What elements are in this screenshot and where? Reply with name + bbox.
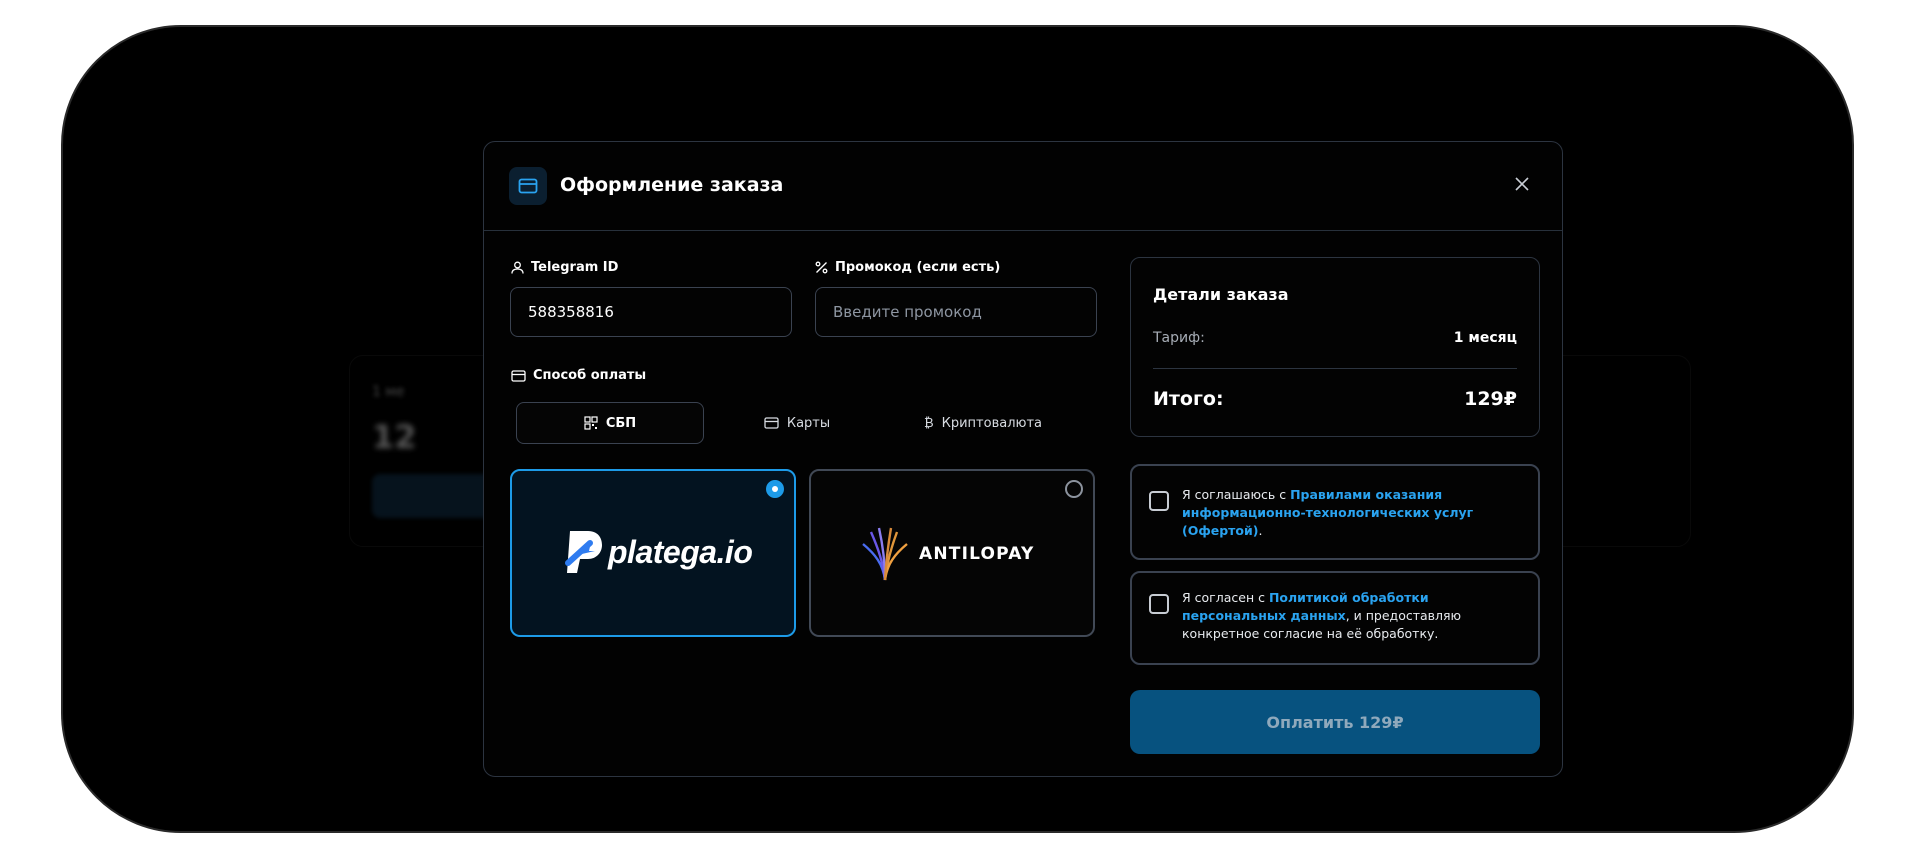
privacy-prefix: Я согласен с	[1182, 590, 1269, 605]
summary-tariff-value: 1 месяц	[1453, 330, 1517, 346]
telegram-id-label-text: Telegram ID	[531, 260, 619, 275]
platega-logo-icon	[565, 531, 602, 573]
offer-checkbox[interactable]	[1149, 491, 1169, 511]
provider-platega-radio[interactable]	[766, 480, 784, 498]
platega-logo: platega.io	[564, 529, 753, 575]
tab-crypto[interactable]: ₿ Криптовалюта	[890, 402, 1076, 444]
background-card-price: 12	[372, 418, 417, 456]
tab-sbp[interactable]: СБП	[516, 402, 704, 444]
tab-crypto-label: Криптовалюта	[941, 415, 1042, 431]
tab-sbp-label: СБП	[605, 415, 637, 431]
summary-divider	[1153, 368, 1517, 369]
platega-logo-text: platega.io	[608, 533, 753, 570]
promo-placeholder: Введите промокод	[833, 303, 982, 321]
provider-antilopay-radio[interactable]	[1065, 480, 1083, 498]
summary-total-value: 129₽	[1464, 388, 1517, 410]
summary-title: Детали заказа	[1153, 285, 1289, 304]
antilopay-logo-text: ANTILOPAY	[919, 544, 1035, 564]
privacy-checkbox[interactable]	[1149, 594, 1169, 614]
percent-icon	[815, 261, 828, 274]
offer-suffix: .	[1258, 523, 1263, 538]
antilopay-logo: ANTILOPAY	[861, 526, 1035, 582]
order-summary: Детали заказа Тариф: 1 месяц Итого: 129₽	[1130, 257, 1540, 437]
tab-cards-label: Карты	[786, 415, 831, 431]
qr-icon	[584, 416, 598, 430]
privacy-agreement-text: Я согласен с Политикой обработки персона…	[1182, 589, 1518, 643]
modal-title: Оформление заказа	[560, 174, 784, 196]
provider-antilopay[interactable]: ANTILOPAY	[809, 469, 1095, 637]
promo-input[interactable]: Введите промокод	[815, 287, 1097, 337]
bitcoin-icon: ₿	[923, 416, 934, 431]
checkout-modal: Оформление заказа Telegram ID 588358816 …	[483, 141, 1563, 777]
card-icon	[764, 417, 779, 429]
offer-agreement-text: Я соглашаюсь с Правилами оказания информ…	[1182, 486, 1518, 540]
payment-tabs: СБП Карты ₿ Криптовалюта	[513, 402, 1073, 444]
summary-total-label: Итого:	[1153, 388, 1224, 410]
offer-prefix: Я соглашаюсь с	[1182, 487, 1291, 502]
summary-tariff-row: Тариф: 1 месяц	[1153, 330, 1517, 346]
background-card-label: 1 ме	[372, 384, 405, 400]
privacy-agreement: Я согласен с Политикой обработки персона…	[1130, 571, 1540, 665]
summary-tariff-label: Тариф:	[1153, 330, 1205, 346]
payment-method-label-text: Способ оплаты	[533, 368, 647, 383]
close-icon[interactable]	[1512, 174, 1532, 194]
tab-cards[interactable]: Карты	[704, 402, 890, 444]
provider-platega[interactable]: platega.io	[510, 469, 796, 637]
telegram-id-label: Telegram ID	[511, 260, 618, 275]
summary-total-row: Итого: 129₽	[1153, 388, 1517, 410]
payment-method-label: Способ оплаты	[511, 368, 646, 383]
user-icon	[511, 261, 524, 274]
telegram-id-input[interactable]: 588358816	[510, 287, 792, 337]
card-icon	[511, 369, 526, 382]
app-window: 1 ме 12 Дополнительные услуги Оформление…	[61, 25, 1854, 833]
promo-label: Промокод (если есть)	[815, 260, 1000, 275]
offer-agreement: Я соглашаюсь с Правилами оказания информ…	[1130, 464, 1540, 560]
antilopay-logo-icon	[862, 527, 908, 581]
promo-label-text: Промокод (если есть)	[835, 260, 1001, 275]
credit-card-icon	[509, 167, 547, 205]
telegram-id-value: 588358816	[528, 303, 614, 321]
pay-button[interactable]: Оплатить 129₽	[1130, 690, 1540, 754]
modal-header: Оформление заказа	[484, 142, 1562, 231]
